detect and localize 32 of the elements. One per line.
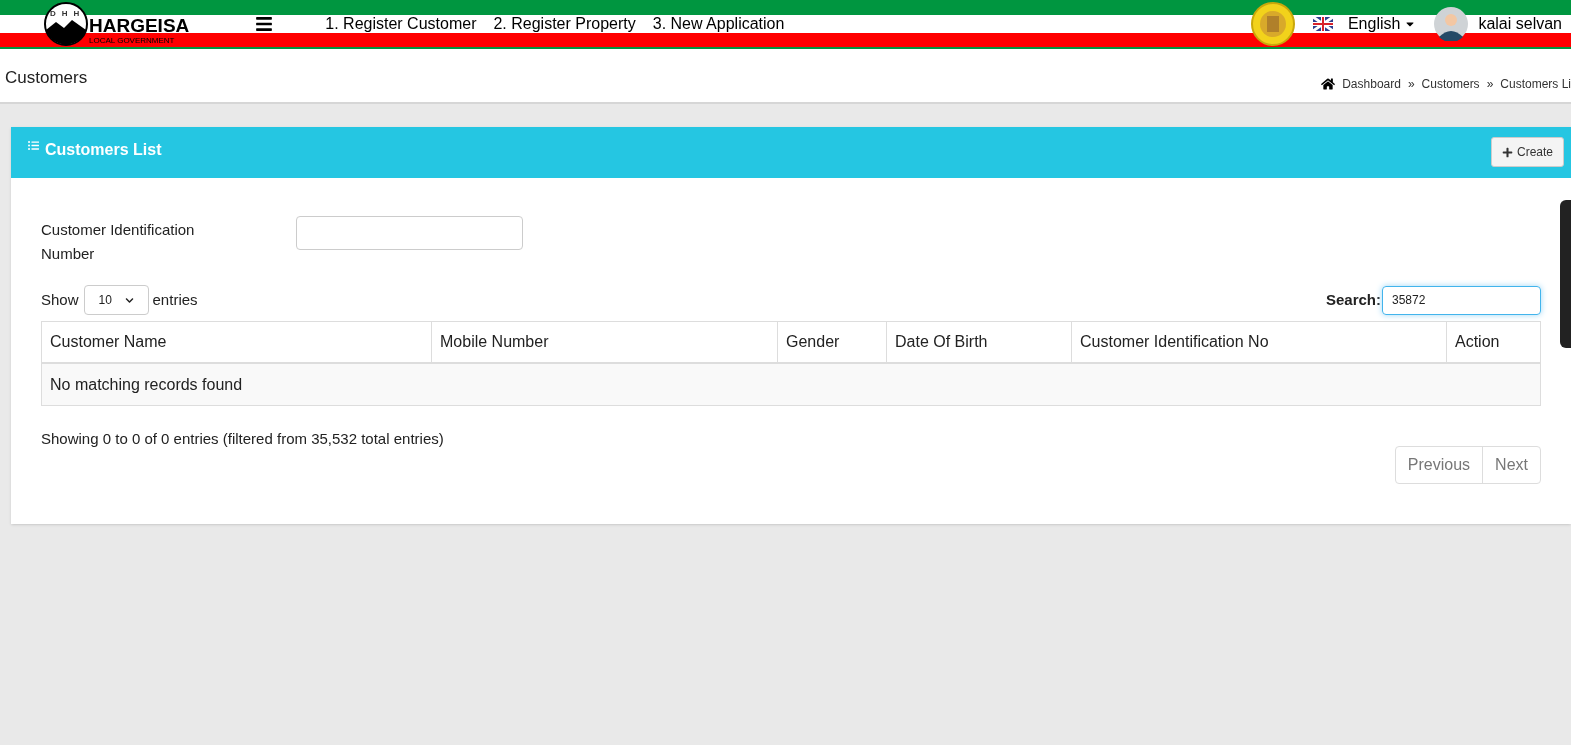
column-header[interactable]: Mobile Number xyxy=(432,322,778,362)
create-button[interactable]: Create xyxy=(1490,137,1564,167)
column-header[interactable]: Customer Name xyxy=(42,322,432,362)
nav-link[interactable]: 1. Register Customer xyxy=(325,11,477,36)
column-header[interactable]: Date Of Birth xyxy=(887,322,1072,362)
table-info: Showing 0 to 0 of 0 entries (filtered from 35,532 total entries) xyxy=(41,429,444,449)
breadcrumb-link[interactable]: Customers Li xyxy=(1500,75,1571,93)
logo-letter: H xyxy=(61,8,68,20)
column-header[interactable]: Action xyxy=(1447,322,1540,362)
nav-link[interactable]: 2. Register Property xyxy=(493,11,636,36)
logo-title: HARGEISA xyxy=(89,16,190,35)
column-header[interactable]: Customer Identification No xyxy=(1072,322,1447,362)
user-name[interactable]: kalai selvan xyxy=(1478,11,1562,36)
column-header[interactable]: Gender xyxy=(778,322,887,362)
filter-label: Customer Identification Number xyxy=(41,220,196,264)
search-field[interactable]: 35872 xyxy=(1382,285,1541,315)
logo-letter: H xyxy=(73,8,80,20)
logo-subtitle: LOCAL GOVERNMENT xyxy=(89,37,176,45)
entries-label: entries xyxy=(152,289,198,310)
empty-row: No matching records found xyxy=(42,364,1540,405)
language-dropdown[interactable]: English xyxy=(1347,11,1417,36)
breadcrumb-separator: » xyxy=(1486,76,1494,93)
nav-link[interactable]: 3. New Application xyxy=(652,11,785,36)
breadcrumb-link[interactable]: Customers xyxy=(1421,75,1480,93)
entries-select[interactable]: 10 xyxy=(83,285,149,315)
breadcrumb-link[interactable]: Dashboard xyxy=(1342,75,1401,93)
show-label: Show xyxy=(41,289,79,310)
logo-letter: D xyxy=(50,8,56,20)
panel-title: Customers List xyxy=(45,140,162,160)
breadcrumb-separator: » xyxy=(1407,76,1415,93)
page-title: Customers xyxy=(5,67,88,89)
search-label: Search: xyxy=(1325,289,1381,310)
